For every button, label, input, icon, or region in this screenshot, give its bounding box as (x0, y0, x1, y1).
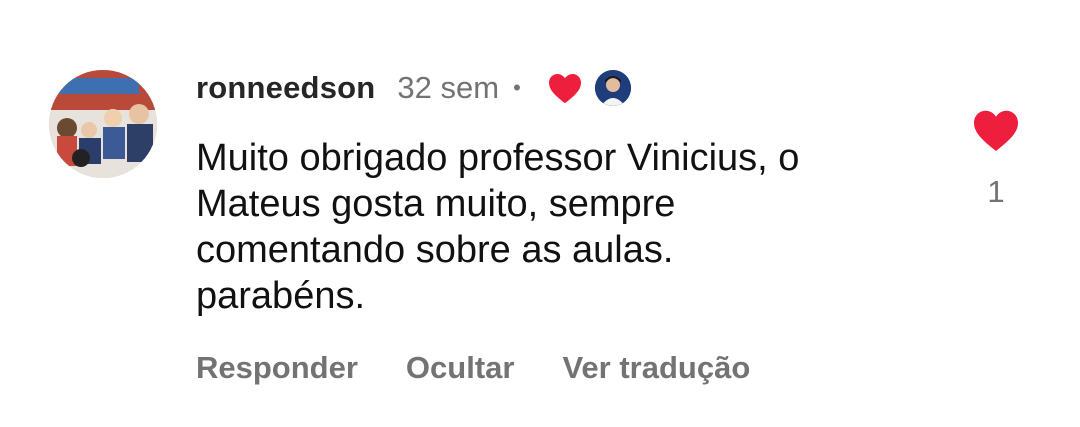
username[interactable]: ronneedson (196, 70, 375, 106)
reply-button[interactable]: Responder (196, 350, 358, 386)
avatar-photo (49, 70, 157, 178)
creator-avatar (594, 70, 631, 106)
comment-text: Muito obrigado professor Vinicius, o Mat… (196, 135, 916, 319)
like-heart-icon[interactable] (972, 108, 1020, 152)
translate-button[interactable]: Ver tradução (562, 350, 750, 386)
separator-dot: • (513, 75, 521, 100)
comment: ronneedson 32 sem • Muito obrigado profe… (0, 0, 1080, 427)
comment-text-line: Muito obrigado professor Vinicius, o (196, 137, 800, 179)
avatar[interactable] (49, 70, 157, 178)
comment-header: ronneedson 32 sem • (196, 66, 631, 110)
like-count[interactable]: 1 (966, 174, 1026, 210)
comment-actions: Responder Ocultar Ver tradução (196, 350, 798, 386)
hide-button[interactable]: Ocultar (406, 350, 515, 386)
comment-text-line: Mateus gosta muito, sempre (196, 183, 676, 225)
comment-text-line: comentando sobre as aulas. (196, 229, 674, 271)
like-column: 1 (966, 108, 1026, 210)
comment-text-line: parabéns. (196, 275, 366, 317)
creator-liked-heart-icon (548, 74, 581, 104)
timestamp: 32 sem (397, 70, 500, 105)
